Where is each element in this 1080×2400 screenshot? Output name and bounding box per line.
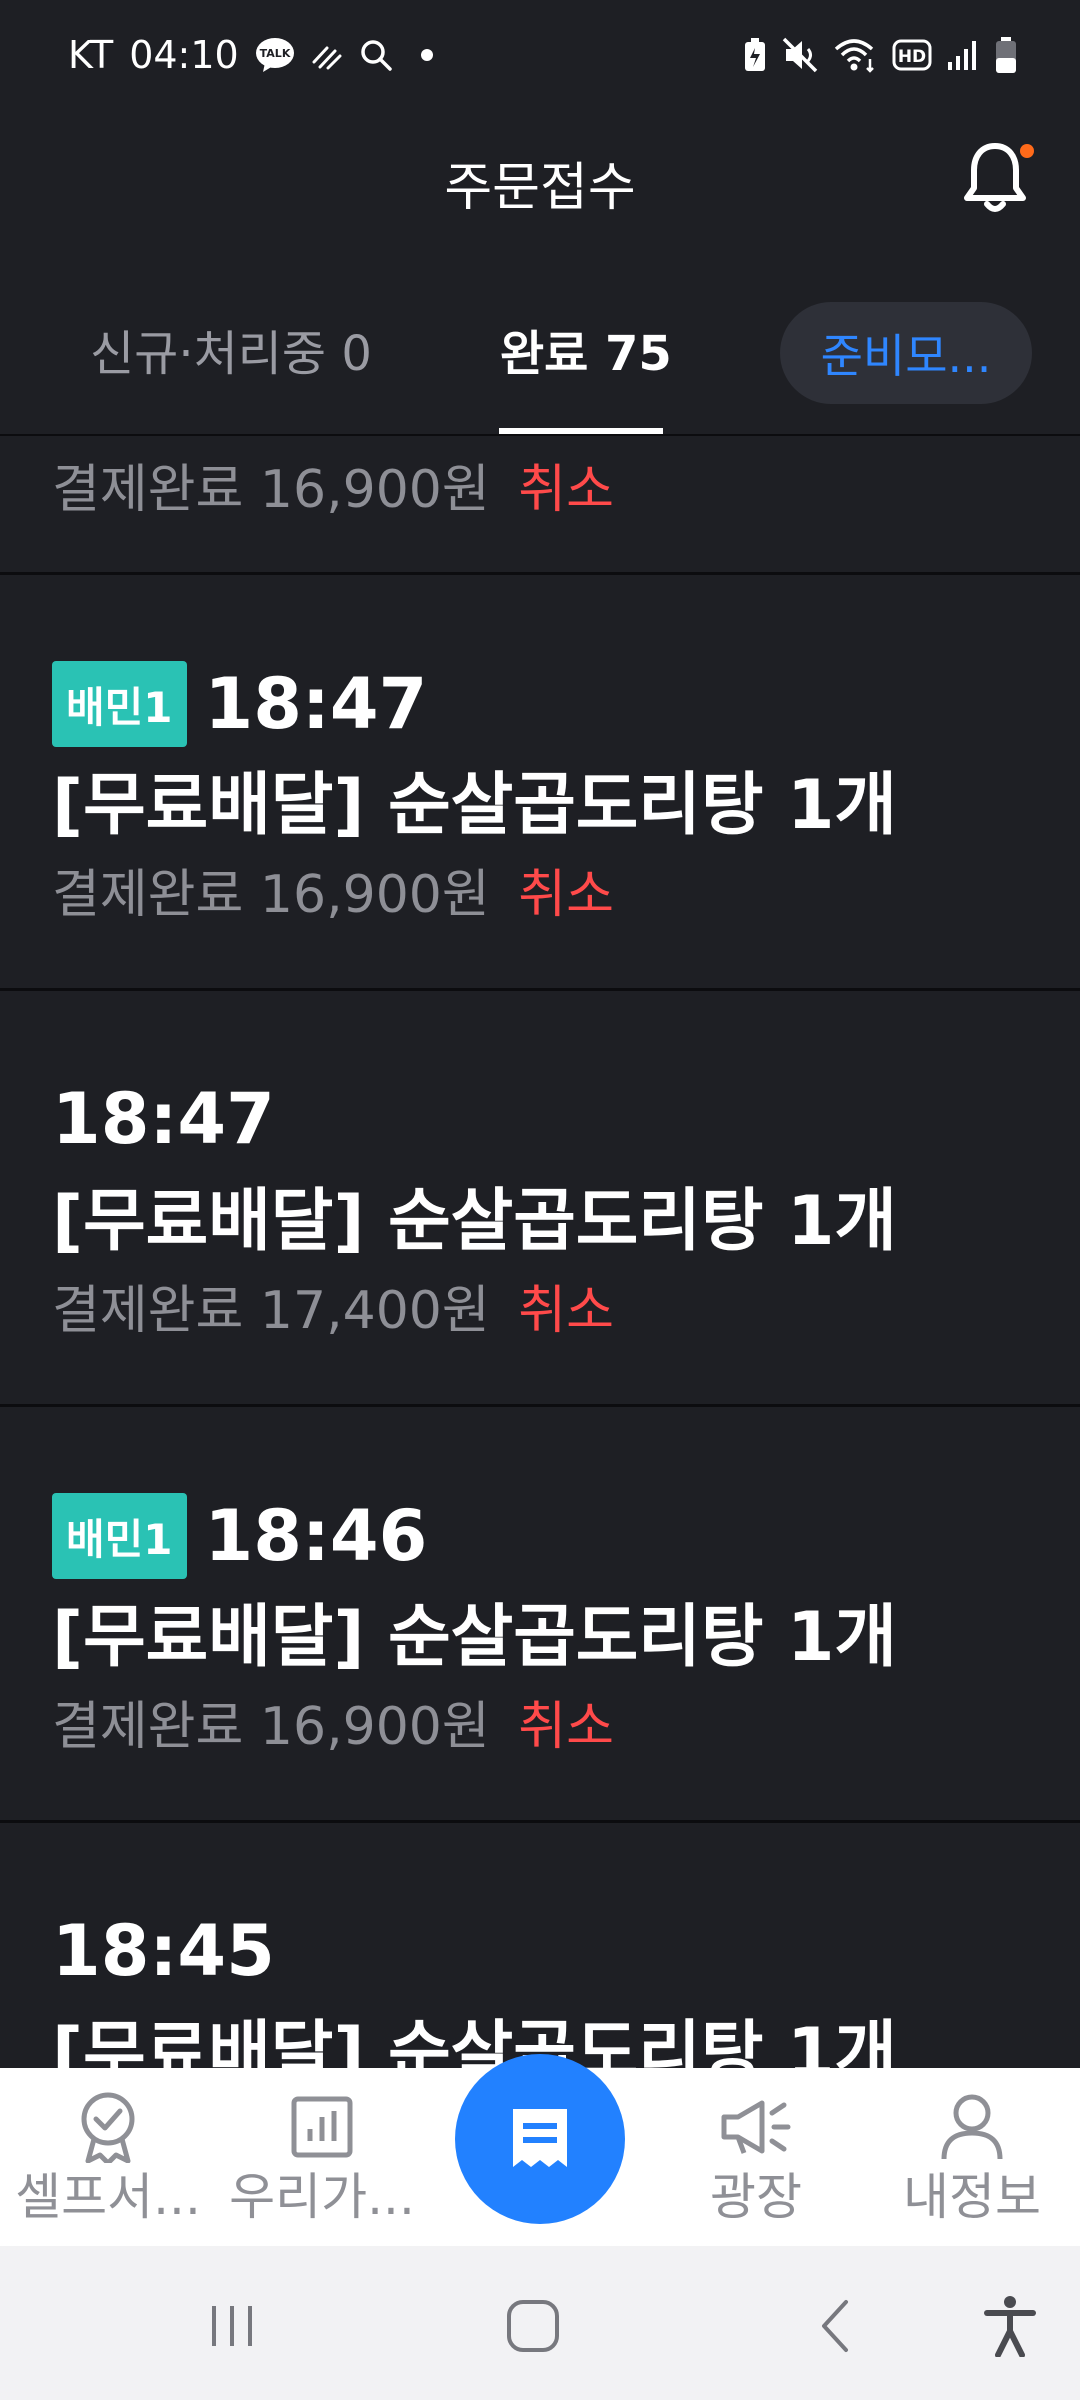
badge-check-icon [0,2088,216,2166]
wifi-icon [834,37,878,73]
dot-icon [409,47,437,63]
payment-row: 결제완료 16,900원 취소 [52,464,614,516]
order-price: 16,900원 [259,460,490,520]
order-item[interactable]: 배민1 18:46 [무료배달] 순살곱도리탕 1개 결제완료 16,900원 … [0,1407,1080,1823]
search-icon [359,38,393,72]
home-button[interactable] [493,2286,573,2366]
order-menu: [무료배달] 순살곱도리탕 1개 [52,766,897,845]
nav-orders-button[interactable] [455,2054,625,2224]
payment-status: 결제완료 [52,1697,244,1757]
page-title: 주문접수 [444,158,636,218]
home-icon [507,2300,559,2352]
order-item[interactable]: 18:47 [무료배달] 순살곱도리탕 1개 결제완료 17,400원 취소 [0,991,1080,1407]
nav-my-info[interactable]: 내정보 [864,2088,1080,2225]
payment-status: 결제완료 [52,460,244,520]
order-tabs: 신규·처리중 0 완료 75 준비모... [0,280,1080,436]
bottom-nav: 셀프서... 우리가... 광장 내정보 [0,2054,1080,2246]
active-tab-indicator [499,428,663,434]
status-bar: KT 04:10 TALK HD [0,0,1080,110]
bar-chart-icon [214,2088,430,2166]
payment-status: 결제완료 [52,1281,244,1341]
payment-row: 결제완료 17,400원 취소 [52,1285,614,1337]
order-time: 18:46 [204,1495,428,1577]
hd-icon: HD [892,39,932,71]
order-item[interactable]: 배민1 18:47 [무료배달] 순살곱도리탕 1개 결제완료 16,900원 … [0,575,1080,991]
status-right: HD [742,36,1018,74]
notification-dot [1020,144,1034,158]
payment-row: 결제완료 16,900원 취소 [52,869,614,921]
accessibility-button[interactable] [970,2286,1050,2366]
recent-apps-button[interactable] [192,2286,272,2366]
order-price: 17,400원 [259,1281,490,1341]
signal-waves-icon [311,40,343,70]
battery-saver-icon [742,37,768,73]
order-menu: [무료배달] 순살곱도리탕 1개 [52,2014,897,2069]
cancel-button[interactable]: 취소 [518,1697,614,1757]
nav-self-service[interactable]: 셀프서... [0,2088,216,2225]
baemin1-badge: 배민1 [52,1493,187,1579]
order-price: 16,900원 [259,1697,490,1757]
app-header: 주문접수 [0,110,1080,250]
tab-completed[interactable]: 완료 75 [500,330,672,378]
recent-apps-icon [212,2306,252,2346]
status-left: KT 04:10 TALK [68,33,437,77]
order-item[interactable]: 결제완료 16,900원 취소 [0,438,1080,575]
order-time-row: 18:47 [52,1084,275,1154]
receipt-icon [513,2109,567,2167]
prep-mode-button[interactable]: 준비모... [780,302,1032,404]
order-list[interactable]: 결제완료 16,900원 취소 배민1 18:47 [무료배달] 순살곱도리탕 … [0,438,1080,2068]
order-menu: [무료배달] 순살곱도리탕 1개 [52,1182,897,1261]
talk-bubble-icon: TALK [255,37,295,73]
order-time: 18:45 [52,1910,275,1992]
back-button[interactable] [796,2286,876,2366]
clock: 04:10 [129,33,239,77]
carrier-label: KT [68,33,114,77]
accessibility-icon [984,2296,1036,2357]
system-nav-bar [0,2246,1080,2400]
nav-our-store[interactable]: 우리가... [214,2088,430,2225]
order-time-row: 배민1 18:46 [52,1493,427,1579]
nav-label: 우리가... [229,2170,415,2225]
person-icon [864,2088,1080,2166]
nav-label: 셀프서... [15,2170,201,2225]
tab-new-processing[interactable]: 신규·처리중 0 [90,330,372,378]
battery-icon [994,36,1018,74]
notification-button[interactable] [962,140,1034,220]
nav-label: 광장 [710,2170,802,2225]
cell-signal-icon [946,38,980,72]
bell-icon [964,143,1026,212]
order-price: 16,900원 [259,865,490,925]
baemin1-badge: 배민1 [52,661,187,747]
cancel-button[interactable]: 취소 [518,865,614,925]
hd-label: HD [898,47,926,67]
payment-row: 결제완료 16,900원 취소 [52,1701,614,1753]
order-time-row: 18:45 [52,1916,275,1986]
order-item[interactable]: 18:45 [무료배달] 순살곱도리탕 1개 [0,1823,1080,2068]
nav-label: 내정보 [903,2170,1041,2225]
order-menu: [무료배달] 순살곱도리탕 1개 [52,1598,897,1677]
nav-square[interactable]: 광장 [648,2088,864,2225]
cancel-button[interactable]: 취소 [518,1281,614,1341]
order-time: 18:47 [52,1078,275,1160]
cancel-button[interactable]: 취소 [518,460,614,520]
megaphone-icon [648,2088,864,2166]
back-icon [822,2300,848,2352]
payment-status: 결제완료 [52,865,244,925]
talk-label: TALK [259,47,290,60]
order-time-row: 배민1 18:47 [52,661,427,747]
order-time: 18:47 [204,663,428,745]
mute-icon [782,37,820,73]
